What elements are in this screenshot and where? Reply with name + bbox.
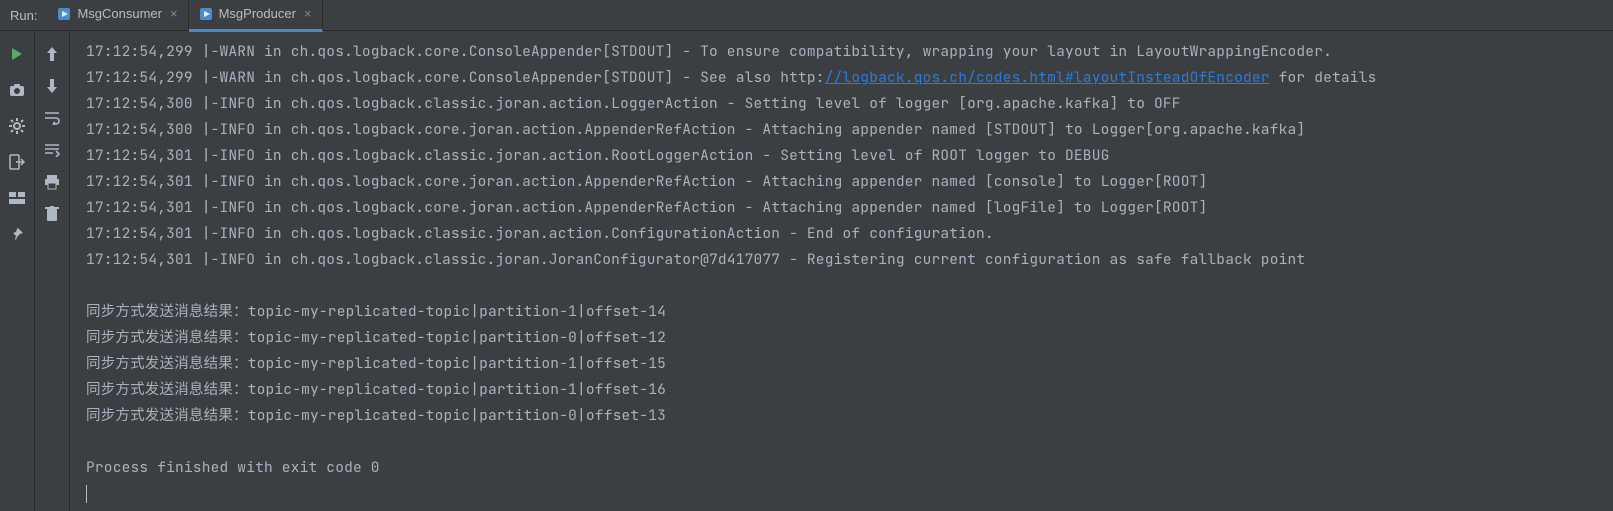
tab-label: MsgConsumer [77, 6, 162, 21]
run-icon[interactable] [8, 45, 26, 63]
console-line: 17:12:54,299 |-WARN in ch.qos.logback.co… [86, 65, 1613, 91]
console-line: 同步方式发送消息结果：topic-my-replicated-topic|par… [86, 351, 1613, 377]
run-tool-window-header: Run: MsgConsumer × MsgProducer × [0, 0, 1613, 31]
trash-icon[interactable] [43, 205, 61, 223]
console-line: 17:12:54,301 |-INFO in ch.qos.logback.co… [86, 195, 1613, 221]
console-line: 17:12:54,300 |-INFO in ch.qos.logback.cl… [86, 91, 1613, 117]
console-line [86, 273, 1613, 299]
console-line [86, 429, 1613, 455]
run-tabs: MsgConsumer × MsgProducer × [47, 0, 322, 32]
console-link[interactable]: //logback.qos.ch/codes.html#layoutInstea… [825, 68, 1270, 87]
console-line: Process finished with exit code 0 [86, 455, 1613, 481]
console-line: 同步方式发送消息结果：topic-my-replicated-topic|par… [86, 299, 1613, 325]
console-line: 同步方式发送消息结果：topic-my-replicated-topic|par… [86, 325, 1613, 351]
console-line: 17:12:54,300 |-INFO in ch.qos.logback.co… [86, 117, 1613, 143]
run-config-icon [199, 7, 213, 21]
exit-icon[interactable] [8, 153, 26, 171]
tab-label: MsgProducer [219, 6, 296, 21]
console-caret-line [86, 481, 1613, 507]
run-label: Run: [0, 8, 47, 23]
scroll-to-end-icon[interactable] [43, 141, 61, 159]
close-icon[interactable]: × [170, 6, 178, 21]
console-line: 17:12:54,299 |-WARN in ch.qos.logback.co… [86, 39, 1613, 65]
console-line: 17:12:54,301 |-INFO in ch.qos.logback.cl… [86, 143, 1613, 169]
print-icon[interactable] [43, 173, 61, 191]
console-line: 17:12:54,301 |-INFO in ch.qos.logback.co… [86, 169, 1613, 195]
run-config-icon [57, 7, 71, 21]
console-output[interactable]: 17:12:54,299 |-WARN in ch.qos.logback.co… [70, 31, 1613, 511]
console-line: 17:12:54,301 |-INFO in ch.qos.logback.cl… [86, 221, 1613, 247]
run-tab-msgconsumer[interactable]: MsgConsumer × [47, 0, 188, 29]
up-icon[interactable] [43, 45, 61, 63]
console-line: 同步方式发送消息结果：topic-my-replicated-topic|par… [86, 403, 1613, 429]
soft-wrap-icon[interactable] [43, 109, 61, 127]
settings-icon[interactable] [8, 117, 26, 135]
layout-icon[interactable] [8, 189, 26, 207]
camera-icon[interactable] [8, 81, 26, 99]
down-icon[interactable] [43, 77, 61, 95]
run-toolbar-primary [0, 31, 35, 511]
run-toolbar-secondary [35, 31, 70, 511]
pin-icon[interactable] [8, 225, 26, 243]
run-tool-window-body: 17:12:54,299 |-WARN in ch.qos.logback.co… [0, 31, 1613, 511]
run-tab-msgproducer[interactable]: MsgProducer × [189, 0, 323, 32]
caret [86, 485, 87, 503]
close-icon[interactable]: × [304, 6, 312, 21]
console-line: 17:12:54,301 |-INFO in ch.qos.logback.cl… [86, 247, 1613, 273]
console-line: 同步方式发送消息结果：topic-my-replicated-topic|par… [86, 377, 1613, 403]
